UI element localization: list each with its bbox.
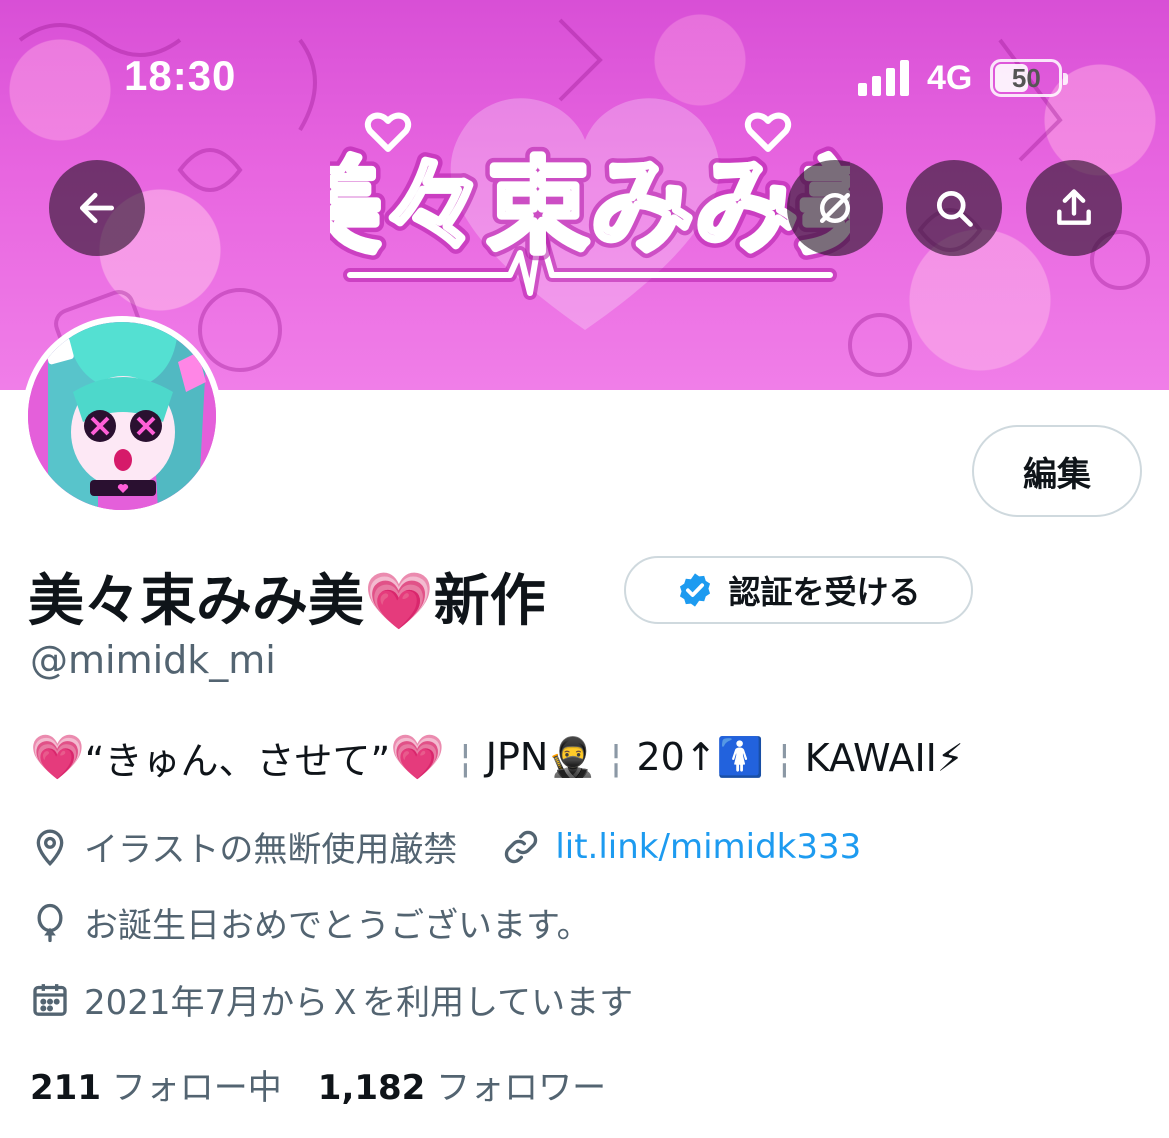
- followers-label: フォロワー: [436, 1068, 607, 1108]
- get-verified-label: 認証を受ける: [728, 573, 921, 611]
- profile-joined-row: 2021年7月からＸを利用しています: [30, 975, 633, 1024]
- get-verified-button[interactable]: 認証を受ける: [624, 556, 973, 624]
- grok-icon: [819, 192, 851, 224]
- bio-kawaii: KAWAII⚡: [804, 735, 964, 780]
- profile-birthday: お誕生日おめでとうございます。: [84, 906, 591, 946]
- status-time: 18:30: [124, 52, 237, 99]
- bio-age: 20↑🚺: [636, 735, 764, 779]
- followers-count: 1,182: [317, 1068, 426, 1108]
- share-button[interactable]: [1026, 160, 1122, 256]
- balloon-icon: [37, 903, 63, 942]
- calendar-icon: [33, 983, 67, 1016]
- profile-birthday-row: お誕生日おめでとうございます。: [30, 898, 591, 947]
- profile-joined-date: 2021年7月からＸを利用しています: [84, 983, 634, 1023]
- search-button[interactable]: [906, 160, 1002, 256]
- bio-quote: “きゅん、させて”: [84, 739, 391, 783]
- avatar-image: [28, 322, 216, 510]
- back-button[interactable]: [49, 160, 145, 256]
- edit-profile-button[interactable]: 編集: [972, 425, 1142, 517]
- battery-icon: 50: [990, 59, 1069, 97]
- battery-level: 50: [1011, 62, 1041, 93]
- banner-logo-text: 美々束みみ美: [330, 146, 850, 268]
- bio-country: JPN🥷: [485, 735, 596, 779]
- profile-display-name: 美々束みみ美💗新作: [28, 569, 546, 634]
- bio-separator: ¦: [609, 735, 623, 780]
- bio-separator: ¦: [777, 735, 791, 780]
- banner-logo: 美々束みみ美 美々束みみ美: [330, 112, 850, 300]
- location-pin-icon: [36, 829, 64, 866]
- share-icon: [1057, 189, 1091, 225]
- profile-handle: @mimidk_mi: [30, 638, 276, 682]
- following-link[interactable]: 211 フォロー中: [30, 1060, 282, 1109]
- avatar-illustration: [28, 322, 216, 510]
- profile-avatar[interactable]: [22, 316, 222, 516]
- bio-heart: 💗: [390, 731, 445, 783]
- followers-link[interactable]: 1,182 フォロワー: [318, 1060, 606, 1109]
- profile-bio: 💗 “きゅん、させて” 💗 ¦ JPN🥷 ¦ 20↑🚺 ¦ KAWAII⚡: [30, 730, 964, 785]
- network-type: 4G: [927, 58, 973, 97]
- search-icon: [936, 190, 973, 227]
- cellular-signal-icon: [858, 60, 909, 96]
- profile-website-link[interactable]: lit.link/mimidk333: [555, 827, 861, 867]
- status-indicators: 4G 50: [858, 56, 1069, 100]
- grok-button[interactable]: [787, 160, 883, 256]
- bio-heart: 💗: [30, 731, 85, 783]
- profile-location-row: イラストの無断使用厳禁 lit.link/mimidk333: [30, 822, 861, 871]
- bio-separator: ¦: [458, 735, 472, 780]
- arrow-left-icon: [79, 192, 115, 224]
- link-icon: [505, 830, 538, 863]
- verified-badge-icon: [680, 573, 711, 607]
- profile-stats: 211 フォロー中 1,182 フォロワー: [30, 1060, 606, 1109]
- profile-location: イラストの無断使用厳禁: [84, 830, 458, 870]
- following-label: フォロー中: [111, 1068, 282, 1108]
- following-count: 211: [30, 1068, 101, 1108]
